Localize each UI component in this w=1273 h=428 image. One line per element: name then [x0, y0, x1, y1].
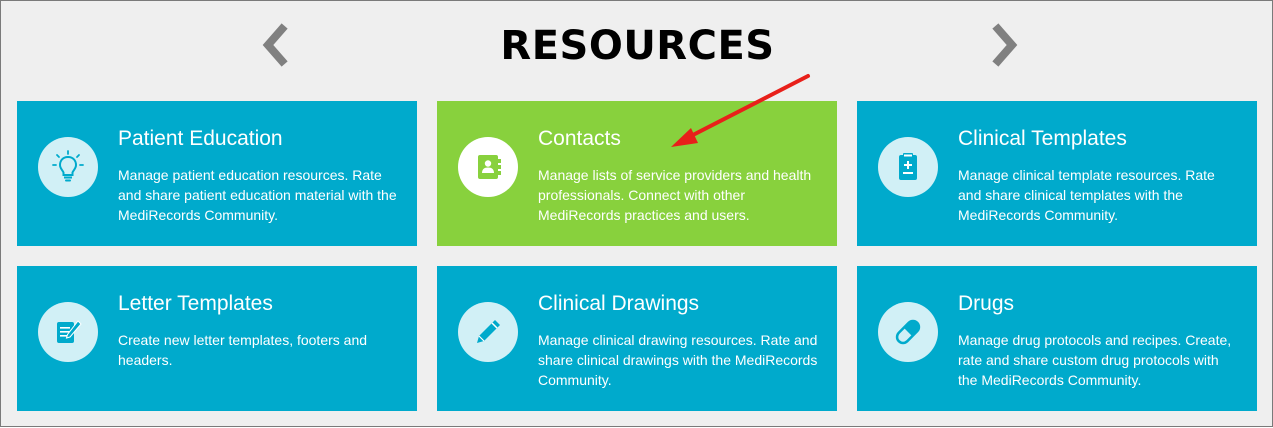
page-title: RESOURCES: [500, 23, 775, 69]
card-description: Manage patient education resources. Rate…: [118, 167, 397, 223]
card-contacts[interactable]: Contacts Manage lists of service provide…: [437, 101, 837, 246]
card-clinical-templates[interactable]: Clinical Templates Manage clinical templ…: [857, 101, 1257, 246]
card-patient-education[interactable]: Patient Education Manage patient educati…: [17, 101, 417, 246]
address-book-icon: [458, 137, 518, 197]
card-letter-templates[interactable]: Letter Templates Create new letter templ…: [17, 266, 417, 411]
next-button[interactable]: [984, 23, 1024, 67]
card-title: Drugs: [958, 292, 1015, 315]
card-description: Manage clinical template resources. Rate…: [958, 167, 1215, 223]
card-title: Letter Templates: [118, 292, 273, 315]
card-title: Contacts: [538, 127, 621, 150]
card-description: Manage lists of service providers and he…: [538, 167, 812, 223]
card-description: Create new letter templates, footers and…: [118, 332, 368, 368]
chevron-right-icon: [992, 23, 1018, 67]
lightbulb-icon: [38, 137, 98, 197]
pencil-icon: [458, 302, 518, 362]
card-title: Clinical Templates: [958, 127, 1127, 150]
card-clinical-drawings[interactable]: Clinical Drawings Manage clinical drawin…: [437, 266, 837, 411]
document-edit-icon: [38, 302, 98, 362]
card-title: Patient Education: [118, 127, 283, 150]
card-description: Manage clinical drawing resources. Rate …: [538, 332, 818, 388]
card-drugs[interactable]: Drugs Manage drug protocols and recipes.…: [857, 266, 1257, 411]
header: RESOURCES: [1, 1, 1273, 96]
clipboard-icon: [878, 137, 938, 197]
pill-icon: [878, 302, 938, 362]
resources-panel: RESOURCES Patient Education Manage patie…: [0, 0, 1273, 427]
card-title: Clinical Drawings: [538, 292, 700, 315]
card-description: Manage drug protocols and recipes. Creat…: [958, 332, 1232, 388]
